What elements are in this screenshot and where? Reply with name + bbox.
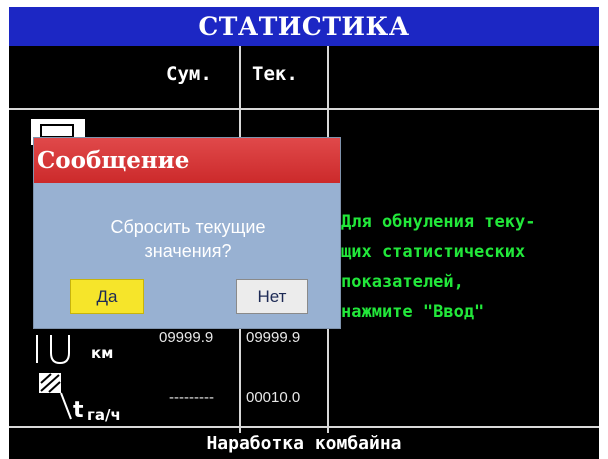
dialog-message-line-1: Сбросить текущие [110, 217, 266, 237]
row-ha-total: --------- [169, 389, 214, 406]
yes-button[interactable]: Да [70, 279, 144, 314]
row-unit-ha-per-hour: га/ч [87, 406, 121, 424]
row-ha-current: 00010.0 [246, 389, 301, 406]
row-km-total: 09999.9 [159, 329, 214, 346]
footer-title: Наработка комбайна [206, 433, 402, 454]
dialog-message: Сбросить текущие значения? [34, 215, 342, 263]
area-per-hour-icon: t [37, 371, 85, 423]
dialog-title: Сообщение [34, 138, 340, 183]
distance-icon [31, 335, 81, 365]
help-text: Для обнуления теку- щих статистических п… [341, 212, 536, 322]
svg-text:t: t [73, 398, 84, 421]
column-header-total: Сум. [166, 63, 212, 85]
row-unit-km: км [91, 344, 114, 362]
reset-confirm-dialog: Сообщение Сбросить текущие значения? Да … [33, 137, 341, 329]
screen-title: СТАТИСТИКА [9, 7, 599, 46]
header-divider [9, 108, 599, 110]
row-km-current: 09999.9 [246, 329, 301, 346]
no-button[interactable]: Нет [236, 279, 308, 314]
footer-divider [9, 426, 599, 428]
dialog-message-line-2: значения? [144, 241, 232, 261]
column-header-current: Тек. [252, 63, 298, 85]
